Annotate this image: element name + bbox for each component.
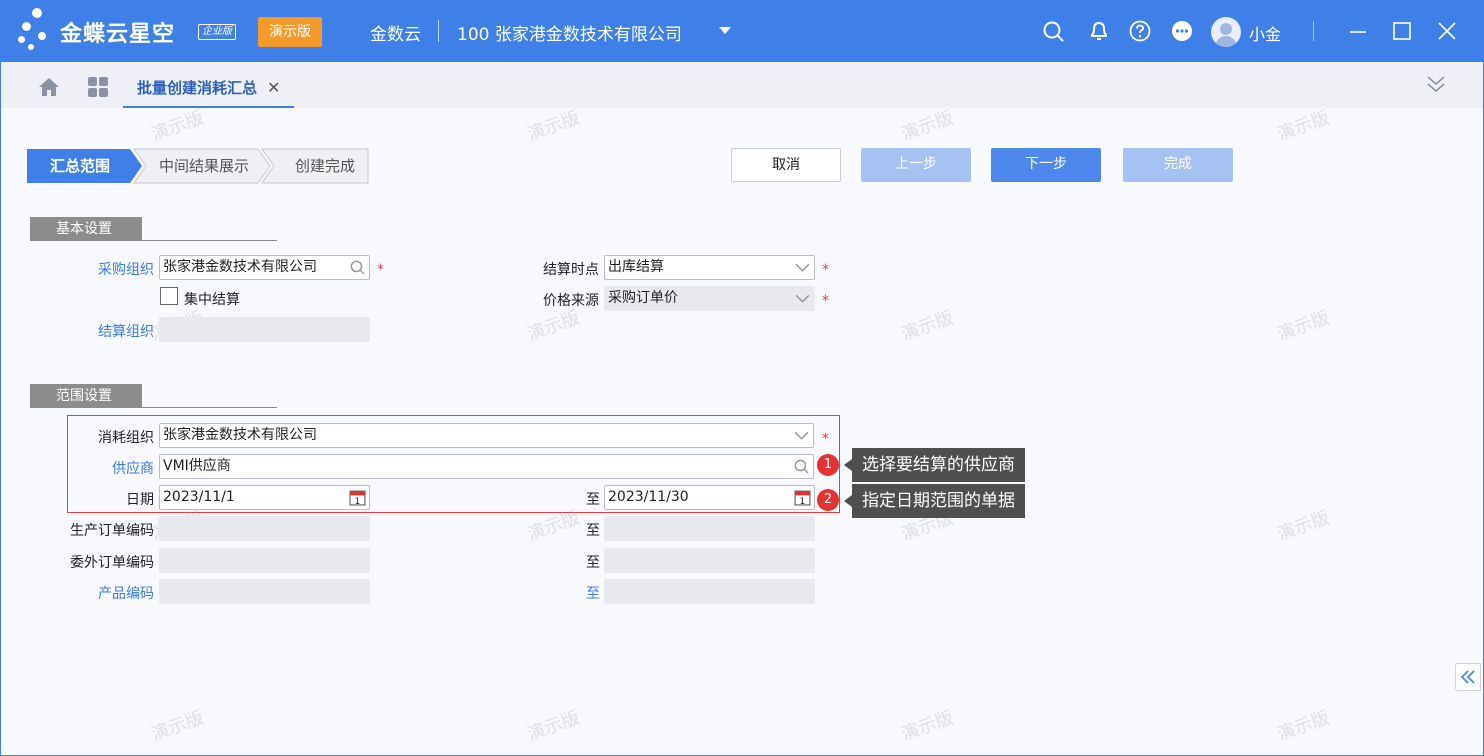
chevron-down-icon[interactable]: [719, 27, 731, 34]
chevron-down-icon[interactable]: [793, 427, 810, 444]
to-label: 至: [586, 523, 600, 539]
supplier-label[interactable]: 供应商: [60, 458, 154, 478]
demo-badge: 演示版: [258, 17, 322, 47]
required-mark: *: [822, 431, 829, 447]
outsource-order-from-field[interactable]: [159, 548, 370, 573]
prod-order-label: 生产订单编码: [70, 523, 154, 539]
title-divider: [438, 20, 439, 42]
avatar[interactable]: [1211, 17, 1241, 47]
section-divider: [30, 240, 277, 241]
date-from-field[interactable]: 2023/11/1 1: [159, 485, 370, 510]
home-icon[interactable]: [37, 76, 61, 98]
step-create-complete[interactable]: 创建完成: [278, 149, 372, 183]
section-range-settings: 范围设置: [30, 384, 142, 408]
date-to-value: 2023/11/30: [608, 489, 689, 505]
tab-label: 批量创建消耗汇总: [137, 79, 258, 97]
date-from-value: 2023/11/1: [163, 489, 235, 505]
bell-icon[interactable]: [1087, 19, 1111, 43]
callout-tooltip: 指定日期范围的单据: [844, 484, 1025, 518]
step-intermediate-result[interactable]: 中间结果展示: [146, 149, 262, 183]
consume-org-select[interactable]: 张家港金数技术有限公司: [159, 423, 814, 448]
product-code-from-field[interactable]: [159, 579, 370, 604]
tab-bar: 批量创建消耗汇总 ✕: [0, 62, 1484, 108]
title-divider-2: [1313, 21, 1314, 41]
supplier-field[interactable]: VMI供应商: [159, 454, 814, 479]
consume-org-value: 张家港金数技术有限公司: [163, 427, 317, 443]
title-bar: 金蝶云星空 企业版 演示版 金数云 100 张家港金数技术有限公司 小金: [0, 0, 1484, 62]
prev-step-button[interactable]: 上一步: [861, 148, 971, 182]
prod-order-to-field[interactable]: [604, 516, 815, 541]
price-source-select[interactable]: 采购订单价: [604, 286, 815, 311]
brand-name: 金蝶云星空: [60, 22, 176, 47]
required-mark: *: [377, 262, 384, 278]
search-icon[interactable]: [1042, 19, 1066, 43]
close-icon[interactable]: [1435, 19, 1459, 43]
tab-close-icon[interactable]: ✕: [267, 78, 280, 97]
centralized-settlement-checkbox[interactable]: [160, 287, 178, 305]
product-code-to-field[interactable]: [604, 579, 815, 604]
required-mark: *: [822, 262, 829, 278]
date-label: 日期: [126, 492, 154, 508]
price-source-value: 采购订单价: [608, 290, 678, 306]
svg-text:1: 1: [800, 497, 805, 506]
consume-org-label: 消耗组织: [98, 430, 154, 446]
minimize-icon[interactable]: [1346, 19, 1370, 43]
callout-tooltip: 选择要结算的供应商: [844, 448, 1025, 482]
finish-button[interactable]: 完成: [1123, 148, 1233, 182]
search-icon[interactable]: [793, 458, 810, 475]
double-chevron-left-icon: [1460, 670, 1475, 684]
to-label[interactable]: 至: [560, 583, 600, 603]
product-code-label[interactable]: 产品编码: [40, 583, 154, 603]
supplier-value: VMI供应商: [163, 458, 231, 474]
tab-batch-consumption-summary[interactable]: 批量创建消耗汇总 ✕: [123, 62, 295, 108]
price-source-label: 价格来源: [543, 293, 599, 309]
search-icon[interactable]: [349, 259, 366, 276]
to-label: 至: [586, 555, 600, 571]
cancel-button[interactable]: 取消: [731, 148, 841, 182]
kingdee-logo-icon: [18, 8, 58, 54]
edition-badge: 企业版: [198, 24, 236, 40]
chevron-down-icon[interactable]: [794, 259, 811, 276]
help-icon[interactable]: [1128, 19, 1152, 43]
company-selector[interactable]: 100 张家港金数技术有限公司: [457, 20, 682, 45]
svg-text:1: 1: [355, 497, 360, 506]
double-chevron-down-icon[interactable]: [1425, 74, 1447, 94]
side-panel-toggle[interactable]: [1455, 663, 1481, 691]
product-switch[interactable]: 金数云: [370, 20, 421, 45]
callout-number: 1: [817, 454, 839, 476]
to-label: 至: [586, 492, 600, 508]
date-to-field[interactable]: 2023/11/30 1: [604, 485, 815, 510]
purchase-org-label[interactable]: 采购组织: [60, 259, 154, 279]
centralized-settlement-label: 集中结算: [184, 292, 240, 308]
outsource-order-label: 委外订单编码: [70, 555, 154, 571]
maximize-icon[interactable]: [1390, 19, 1414, 43]
prod-order-from-field[interactable]: [159, 516, 370, 541]
calendar-icon[interactable]: 1: [349, 489, 366, 506]
purchase-org-value: 张家港金数技术有限公司: [163, 259, 317, 275]
settle-time-label: 结算时点: [543, 262, 599, 278]
step-summary-range[interactable]: 汇总范围: [32, 149, 128, 183]
chevron-down-icon[interactable]: [794, 290, 811, 307]
user-name[interactable]: 小金: [1249, 21, 1281, 45]
settle-org-label[interactable]: 结算组织: [60, 321, 154, 341]
apps-grid-icon[interactable]: [87, 76, 109, 98]
section-divider: [30, 407, 277, 408]
settle-time-select[interactable]: 出库结算: [604, 255, 815, 280]
more-icon[interactable]: [1170, 19, 1194, 43]
settle-org-field: [159, 317, 370, 342]
callout-number: 2: [817, 489, 839, 511]
outsource-order-to-field[interactable]: [604, 548, 815, 573]
required-mark: *: [822, 293, 829, 309]
next-step-button[interactable]: 下一步: [991, 148, 1101, 182]
purchase-org-field[interactable]: 张家港金数技术有限公司: [159, 255, 370, 280]
calendar-icon[interactable]: 1: [794, 489, 811, 506]
section-basic-settings: 基本设置: [30, 217, 142, 241]
settle-time-value: 出库结算: [608, 259, 664, 275]
user-icon: [1215, 23, 1237, 47]
